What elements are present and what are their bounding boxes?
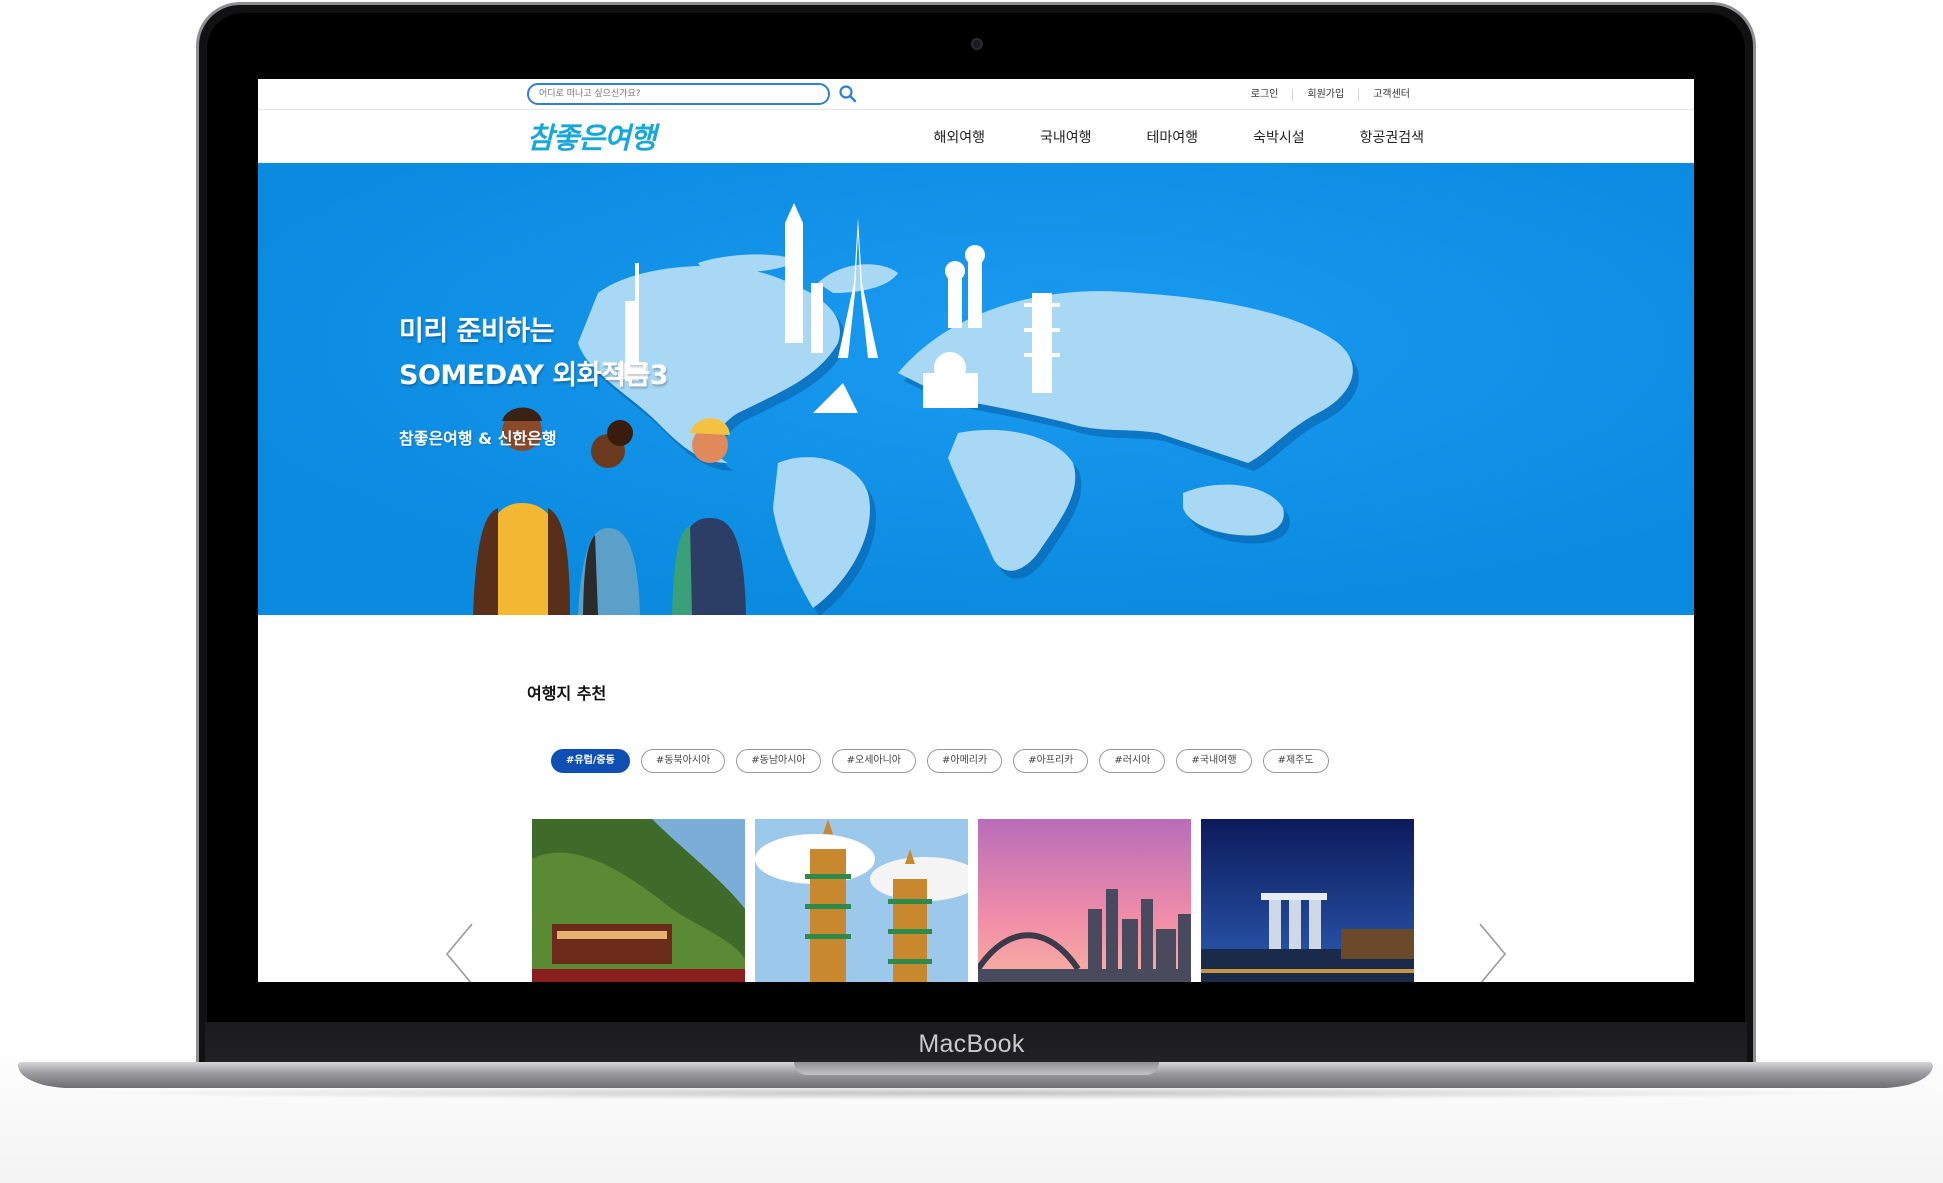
section-title-recommend: 여행지 추천 (527, 684, 607, 703)
hero-title-line1: 미리 준비하는 (399, 316, 554, 347)
hero-title: 미리 준비하는 SOMEDAY 외화적금3 (399, 310, 669, 398)
laptop-notch (794, 1062, 1159, 1075)
site-logo[interactable]: 참좋은여행 (527, 115, 656, 157)
device-brand-label: MacBook (918, 1030, 1025, 1058)
tag-oceania[interactable]: #오세아니아 (831, 749, 917, 773)
twin-pagoda-photo (755, 819, 968, 982)
tag-europe-middle-east[interactable]: #유럽/중동 (551, 749, 630, 773)
laptop-shadow (60, 1086, 1890, 1100)
login-link[interactable]: 로그인 (1237, 89, 1293, 101)
destination-card[interactable] (1201, 819, 1414, 982)
mountain-village-photo (532, 819, 745, 982)
camera-icon (971, 38, 983, 50)
main-header: 참좋은여행 해외여행 국내여행 테마여행 숙박시설 항공권검색 (258, 110, 1694, 163)
browser-screen: 로그인 회원가입 고객센터 참좋은여행 해외여행 국내여행 테마여행 숙박시설 … (258, 79, 1694, 982)
main-menu: 해외여행 국내여행 테마여행 숙박시설 항공권검색 (878, 110, 1424, 163)
chevron-right-icon[interactable] (1470, 919, 1510, 982)
marina-bay-night-photo (1201, 819, 1414, 982)
menu-item-domestic[interactable]: 국내여행 (1040, 127, 1092, 147)
menu-item-theme[interactable]: 테마여행 (1147, 127, 1199, 147)
destination-carousel (532, 819, 1424, 982)
customer-center-link[interactable]: 고객센터 (1358, 88, 1424, 101)
tag-africa[interactable]: #아프리카 (1013, 749, 1089, 773)
tag-america[interactable]: #아메리카 (927, 749, 1003, 773)
destination-card[interactable] (755, 819, 968, 982)
hero-subtitle: 참좋은여행 & 신한은행 (399, 429, 557, 448)
chevron-left-icon[interactable] (442, 919, 482, 982)
top-utility-bar: 로그인 회원가입 고객센터 (258, 79, 1694, 110)
tag-domestic[interactable]: #국내여행 (1176, 749, 1252, 773)
search-input[interactable] (527, 83, 830, 105)
hero-title-line2: SOMEDAY 외화적금3 (399, 360, 669, 391)
signup-link[interactable]: 회원가입 (1292, 88, 1358, 101)
search-icon[interactable] (838, 84, 858, 104)
harbour-bridge-city-photo (978, 819, 1191, 982)
laptop-mockup: MacBook 로그인 회원가입 고객센터 참좋은여행 해외여행 국내여행 테마… (0, 0, 1943, 1183)
menu-item-flight-search[interactable]: 항공권검색 (1360, 127, 1424, 147)
tag-russia[interactable]: #러시아 (1099, 749, 1166, 773)
destination-card[interactable] (532, 819, 745, 982)
destination-card[interactable] (978, 819, 1191, 982)
utility-links: 로그인 회원가입 고객센터 (1237, 79, 1424, 110)
hero-banner[interactable]: 미리 준비하는 SOMEDAY 외화적금3 참좋은여행 & 신한은행 (258, 163, 1694, 615)
tag-southeast-asia[interactable]: #동남아시아 (736, 749, 821, 773)
menu-item-lodging[interactable]: 숙박시설 (1253, 127, 1305, 147)
tag-northeast-asia[interactable]: #동북아시아 (640, 749, 726, 773)
tag-jeju[interactable]: #제주도 (1262, 749, 1329, 773)
menu-item-overseas[interactable]: 해외여행 (933, 127, 985, 147)
region-tag-list: #유럽/중동 #동북아시아 #동남아시아 #오세아니아 #아메리카 #아프리카 … (551, 749, 1340, 773)
